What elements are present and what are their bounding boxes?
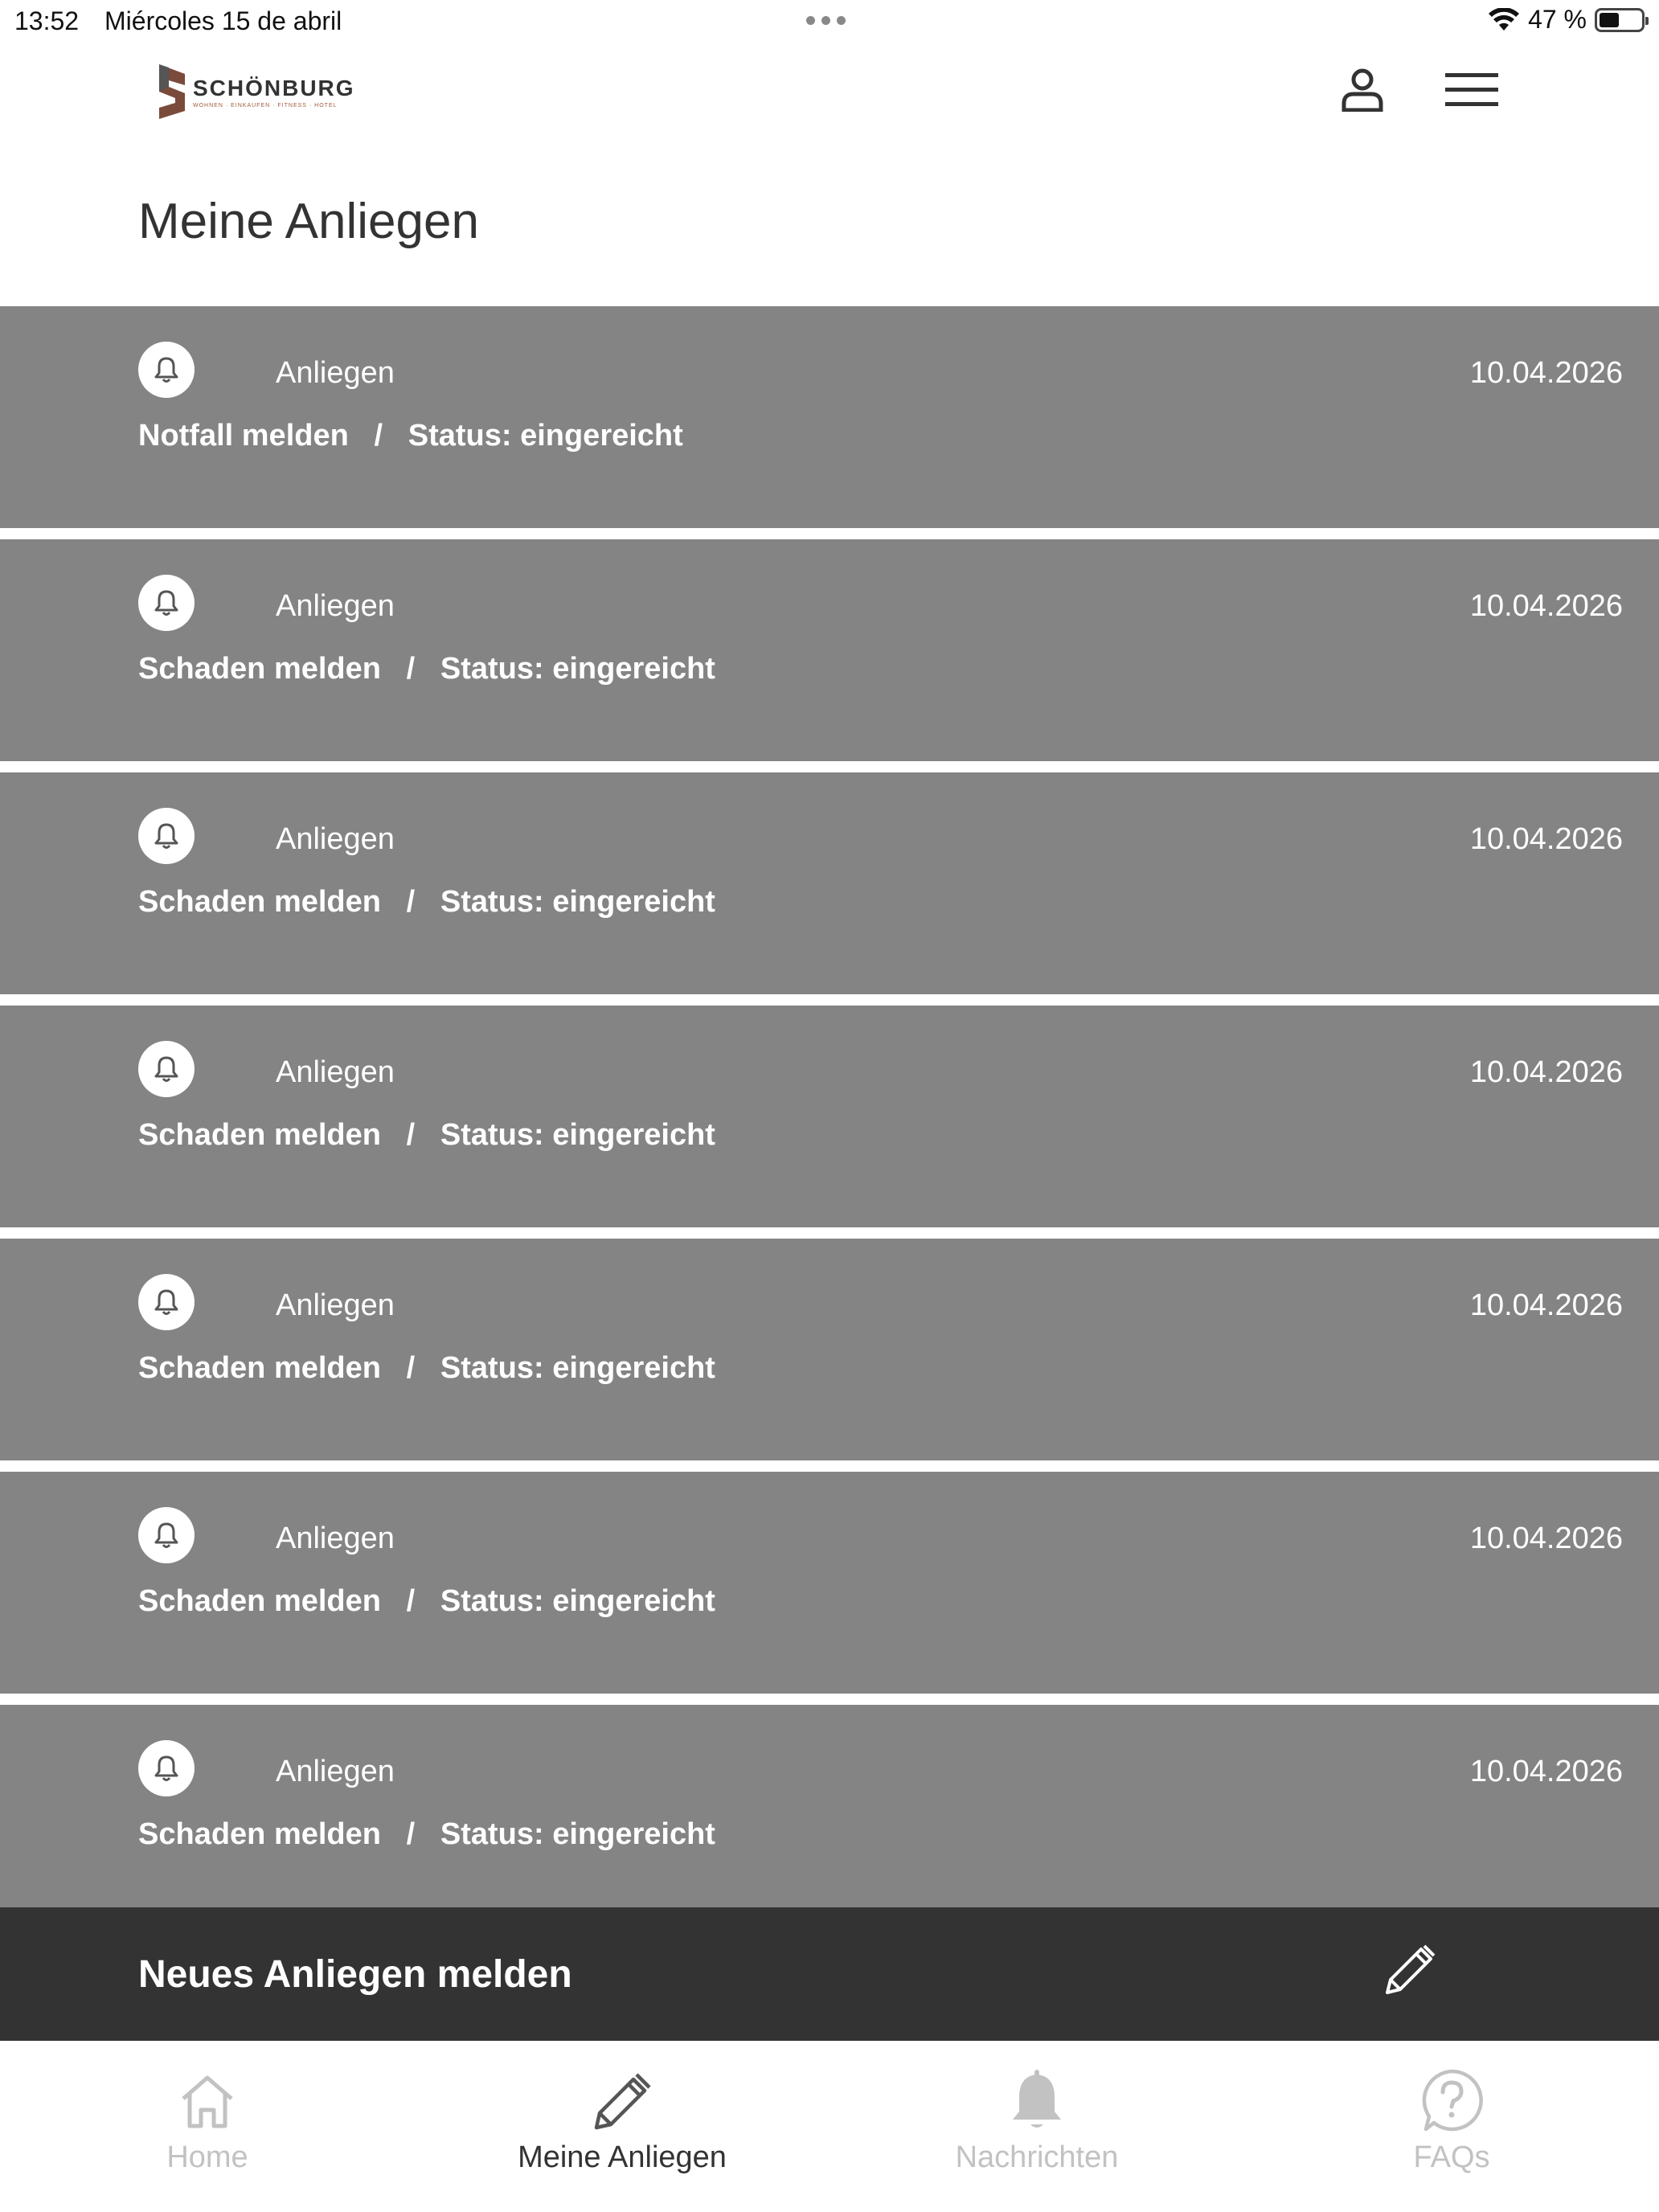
request-item-4[interactable]: Anliegen 10.04.2026 Schaden melden / Sta… [0,1239,1659,1460]
request-date: 10.04.2026 [1469,1288,1623,1322]
new-request-button[interactable]: Neues Anliegen melden [0,1907,1659,2041]
bell-icon [1013,2070,1061,2128]
status-time: 13:52 [14,6,80,35]
request-status: Status: eingereicht [440,885,715,919]
request-title: Schaden melden [138,1584,381,1618]
status-date: Miércoles 15 de abril [104,6,342,35]
logo[interactable]: SCHÖNBURG WOHNEN · EINKAUFEN · FITNESS ·… [153,64,355,119]
person-icon [1342,68,1383,112]
new-request-label: Neues Anliegen melden [138,1953,572,1996]
request-status: Status: eingereicht [440,1118,715,1152]
request-item-6[interactable]: Anliegen 10.04.2026 Schaden melden / Sta… [0,1705,1659,1914]
request-status: Status: eingereicht [440,652,715,686]
status-bar: 13:52 Miércoles 15 de abril 47 % [0,0,1659,42]
multitasking-dots-icon[interactable] [806,16,846,25]
request-title-status: Schaden melden / Status: eingereicht [138,1817,715,1851]
request-status: Status: eingereicht [440,1351,715,1385]
request-bell-icon [138,808,195,864]
request-bell-icon [138,575,195,631]
tab-faqs[interactable]: FAQs [1244,2041,1659,2212]
request-title-status: Schaden melden / Status: eingereicht [138,1351,715,1385]
request-title-status: Notfall melden / Status: eingereicht [138,419,683,453]
request-title: Schaden melden [138,652,381,686]
request-type: Anliegen [276,1755,395,1788]
tab-home[interactable]: Home [0,2041,415,2212]
request-item-3[interactable]: Anliegen 10.04.2026 Schaden melden / Sta… [0,1006,1659,1227]
pencil-icon [594,2073,651,2130]
request-date: 10.04.2026 [1469,822,1623,856]
menu-button[interactable] [1445,66,1498,114]
request-bell-icon [138,1507,195,1563]
request-bell-icon [138,1740,195,1796]
request-type: Anliegen [276,1522,395,1555]
request-title: Notfall melden [138,419,349,453]
question-icon [1422,2069,1483,2132]
logo-name: SCHÖNBURG [193,75,355,100]
request-item-2[interactable]: Anliegen 10.04.2026 Schaden melden / Sta… [0,772,1659,994]
wifi-icon [1489,7,1520,31]
pencil-icon [1386,1944,1436,1994]
status-indicators: 47 % [1488,5,1649,35]
tab-meine-anliegen-label: Meine Anliegen [518,2140,727,2174]
tab-nachrichten[interactable]: Nachrichten [830,2041,1244,2212]
request-title-status: Schaden melden / Status: eingereicht [138,1584,715,1618]
request-item-1[interactable]: Anliegen 10.04.2026 Schaden melden / Sta… [0,539,1659,761]
request-status: Status: eingereicht [408,419,683,453]
request-title: Schaden melden [138,1118,381,1152]
request-type: Anliegen [276,589,395,623]
tab-bar: Home Meine Anliegen Nachrichten FAQs [0,2041,1659,2212]
logo-mark-icon [159,64,185,119]
request-date: 10.04.2026 [1469,1522,1623,1555]
page-title: Meine Anliegen [138,194,479,249]
app-header: SCHÖNBURG WOHNEN · EINKAUFEN · FITNESS ·… [0,42,1659,138]
request-bell-icon [138,1274,195,1330]
request-type: Anliegen [276,356,395,390]
request-date: 10.04.2026 [1469,1055,1623,1089]
request-title: Schaden melden [138,885,381,919]
request-status: Status: eingereicht [440,1584,715,1618]
profile-button[interactable] [1336,66,1389,114]
request-item-5[interactable]: Anliegen 10.04.2026 Schaden melden / Sta… [0,1472,1659,1694]
tab-nachrichten-label: Nachrichten [955,2140,1119,2174]
request-title-status: Schaden melden / Status: eingereicht [138,1118,715,1152]
request-date: 10.04.2026 [1469,589,1623,623]
tab-home-label: Home [166,2140,248,2174]
request-list: Anliegen 10.04.2026 Notfall melden / Sta… [0,306,1659,1914]
request-title-status: Schaden melden / Status: eingereicht [138,652,715,686]
request-title: Schaden melden [138,1351,381,1385]
request-type: Anliegen [276,822,395,856]
request-status: Status: eingereicht [440,1817,715,1851]
hamburger-icon [1445,73,1498,106]
request-title: Schaden melden [138,1817,381,1851]
battery-icon [1595,7,1649,32]
request-title-status: Schaden melden / Status: eingereicht [138,885,715,919]
home-icon [182,2075,233,2128]
battery-percent: 47 % [1528,5,1587,34]
request-type: Anliegen [276,1288,395,1322]
tab-meine-anliegen[interactable]: Meine Anliegen [415,2041,830,2212]
request-date: 10.04.2026 [1469,356,1623,390]
request-type: Anliegen [276,1055,395,1089]
logo-tagline: WOHNEN · EINKAUFEN · FITNESS · HOTEL [193,102,338,109]
request-date: 10.04.2026 [1469,1755,1623,1788]
request-bell-icon [138,342,195,398]
tab-faqs-label: FAQs [1413,2140,1490,2174]
request-bell-icon [138,1041,195,1097]
request-item-0[interactable]: Anliegen 10.04.2026 Notfall melden / Sta… [0,306,1659,528]
